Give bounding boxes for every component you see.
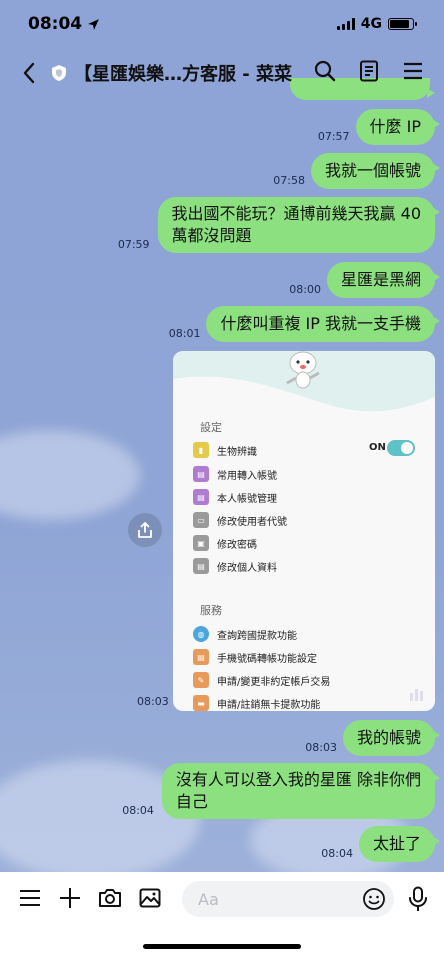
back-button[interactable] — [14, 53, 44, 93]
status-time: 08:04 — [28, 14, 100, 34]
camera-icon — [99, 889, 121, 907]
message-row: 08:00 星匯是黑網 — [289, 262, 441, 298]
camera-button[interactable] — [98, 886, 122, 910]
profile-icon: ▤ — [193, 558, 209, 574]
emoji-icon[interactable] — [362, 887, 386, 911]
microphone-icon[interactable] — [406, 886, 430, 912]
battery-icon — [388, 18, 417, 30]
chat-header: 【星匯娛樂…方客服 - 菜菜 — [0, 48, 444, 98]
plus-icon — [60, 888, 80, 908]
shield-icon — [52, 65, 66, 81]
lock-icon: ▣ — [193, 535, 209, 551]
message-bubble[interactable]: 我就一個帳號 — [310, 153, 441, 189]
phone-transfer-icon: ▤ — [193, 649, 209, 665]
chevron-left-icon — [23, 62, 35, 84]
message-row: 08:04 太扯了 — [321, 826, 441, 862]
list-icon — [20, 890, 40, 906]
message-row: 08:04 沒有人可以登入我的星匯 除非你們 自己 — [122, 763, 441, 819]
service-item: ✎ 申請/變更非約定帳戶交易 — [193, 672, 330, 688]
notes-icon — [360, 60, 378, 82]
shared-image[interactable]: 設定 ▮ 生物辨識 ▤ 常用轉入帳號 ▤ 本人帳號管理 ▭ 修改使用者代號 ▣ … — [173, 351, 435, 711]
message-row: 08:01 什麼叫重複 IP 我就一支手機 — [168, 306, 440, 342]
message-time: 08:00 — [289, 283, 321, 296]
message-time: 07:59 — [117, 238, 150, 251]
status-bar: 08:04 4G — [0, 0, 444, 48]
service-item: ◍ 查詢跨國提款功能 — [193, 626, 297, 642]
biometric-icon: ▮ — [193, 442, 209, 458]
message-time: 08:04 — [122, 804, 154, 817]
image-icon — [139, 888, 161, 908]
search-button[interactable] — [312, 58, 338, 84]
settings-item: ▤ 本人帳號管理 — [193, 489, 277, 505]
message-time: 07:57 — [317, 130, 350, 143]
message-bubble[interactable]: 我出國不能玩？通博前幾天我贏 40 萬都沒問題 — [157, 197, 441, 253]
cardless-icon: ▬ — [193, 695, 209, 711]
settings-item: ▭ 修改使用者代號 — [193, 512, 287, 528]
share-button[interactable] — [128, 513, 162, 547]
message-time: 07:58 — [273, 174, 305, 187]
message-bubble[interactable]: 我的帳號 — [342, 720, 441, 756]
service-item: ▬ 申請/註銷無卡提款功能 — [193, 695, 320, 711]
services-section-header: 服務 — [200, 604, 222, 617]
service-item: ▤ 手機號碼轉帳功能設定 — [193, 649, 317, 665]
settings-item: ▤ 常用轉入帳號 — [193, 466, 277, 482]
message-time: 08:03 — [305, 741, 337, 754]
network-label: 4G — [360, 16, 382, 32]
biometric-toggle — [387, 440, 415, 456]
menu-button[interactable] — [400, 58, 426, 84]
settings-item: ▤ 修改個人資料 — [193, 558, 277, 574]
message-row: 07:57 什麼 IP — [317, 109, 441, 145]
menu-icon — [404, 62, 422, 80]
message-row: 08:03 我的帳號 — [305, 720, 441, 756]
notes-button[interactable] — [356, 58, 382, 84]
message-bubble[interactable]: 沒有人可以登入我的星匯 除非你們 自己 — [161, 763, 441, 819]
globe-icon: ◍ — [193, 626, 209, 642]
message-bubble[interactable]: 什麼叫重複 IP 我就一支手機 — [206, 306, 440, 342]
gallery-button[interactable] — [138, 886, 162, 910]
message-time: 08:03 — [137, 695, 169, 708]
message-bubble[interactable]: 星匯是黑網 — [326, 262, 441, 298]
location-arrow-icon — [88, 18, 100, 30]
chat-title: 【星匯娛樂…方客服 - 菜菜 — [74, 64, 293, 85]
account-manage-icon: ▤ — [193, 489, 209, 505]
message-row: 07:58 我就一個帳號 — [273, 153, 441, 189]
account-list-icon: ▤ — [193, 466, 209, 482]
home-indicator — [143, 944, 301, 949]
search-icon — [314, 60, 336, 82]
edit-icon: ✎ — [193, 672, 209, 688]
menu-toggle-button[interactable] — [18, 886, 42, 910]
message-bubble[interactable]: 太扯了 — [358, 826, 441, 862]
mascot-image — [286, 351, 320, 389]
watermark-icon — [410, 689, 423, 701]
signal-icon — [336, 18, 355, 30]
message-row: 07:59 我出國不能玩？通博前幾天我贏 40 萬都沒問題 — [117, 197, 441, 253]
settings-item: ▣ 修改密碼 — [193, 535, 257, 551]
message-bubble[interactable]: 什麼 IP — [355, 109, 441, 145]
share-icon — [138, 522, 152, 538]
settings-section-header: 設定 — [200, 421, 222, 434]
settings-item: ▮ 生物辨識 — [193, 442, 257, 458]
add-button[interactable] — [58, 886, 82, 910]
user-id-icon: ▭ — [193, 512, 209, 528]
message-time: 08:01 — [168, 327, 201, 340]
message-time: 08:04 — [321, 847, 353, 860]
